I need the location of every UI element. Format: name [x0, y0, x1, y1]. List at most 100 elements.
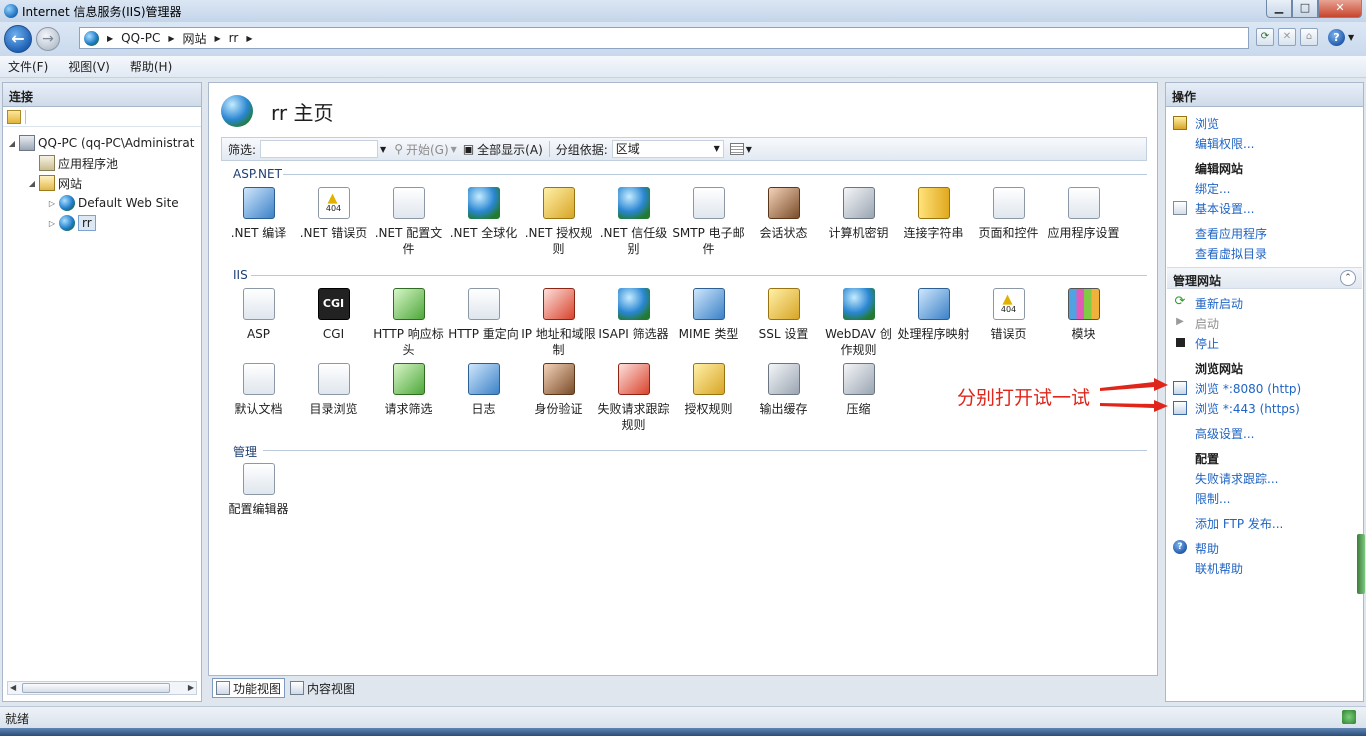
breadcrumb-item[interactable]: rr	[229, 31, 239, 45]
maximize-button[interactable]: □	[1292, 0, 1318, 18]
filter-input[interactable]	[260, 140, 379, 158]
tree-item-server[interactable]: ◢ QQ-PC (qq-PC\Administrat	[3, 133, 201, 153]
feature-net-authorization-rules[interactable]: .NET 授权规则	[521, 187, 596, 257]
action-limits[interactable]: 限制...	[1195, 490, 1230, 507]
feature-authentication[interactable]: 身份验证	[521, 363, 596, 417]
scroll-thumb[interactable]	[22, 683, 170, 693]
refresh-icon[interactable]: ⟳	[1256, 28, 1274, 46]
feature-cgi[interactable]: CGI CGI	[296, 288, 371, 342]
feature-default-document[interactable]: 默认文档	[221, 363, 296, 417]
feature-authorization-rules[interactable]: 授权规则	[671, 363, 746, 417]
tree-item-sites[interactable]: ◢ 网站	[3, 173, 201, 193]
breadcrumb-arrow-icon[interactable]: ▶	[246, 34, 252, 43]
feature-net-globalization[interactable]: .NET 全球化	[446, 187, 521, 241]
breadcrumb[interactable]: ▶ QQ-PC ▶ 网站 ▶ rr ▶	[79, 27, 1249, 49]
feature-pages-controls[interactable]: 页面和控件	[971, 187, 1046, 241]
collapse-icon[interactable]: ⌃	[1340, 270, 1356, 286]
action-basic-settings[interactable]: 基本设置...	[1195, 200, 1254, 217]
feature-app-settings[interactable]: 应用程序设置	[1046, 187, 1121, 241]
breadcrumb-arrow-icon[interactable]: ▶	[107, 34, 113, 43]
chevron-down-icon[interactable]: ▼	[380, 145, 386, 154]
chevron-down-icon[interactable]: ▼	[451, 145, 457, 154]
menu-file[interactable]: 文件(F)	[8, 58, 48, 75]
action-view-applications[interactable]: 查看应用程序	[1195, 225, 1267, 242]
action-view-virtual-directories[interactable]: 查看虚拟目录	[1195, 245, 1267, 262]
action-edit-permissions[interactable]: 编辑权限...	[1195, 135, 1254, 152]
tab-features-view[interactable]: 功能视图	[212, 678, 286, 698]
breadcrumb-arrow-icon[interactable]: ▶	[215, 34, 221, 43]
feature-isapi-filters[interactable]: ISAPI 筛选器	[596, 288, 671, 342]
home-icon[interactable]: ⌂	[1300, 28, 1318, 46]
feature-http-redirect[interactable]: HTTP 重定向	[446, 288, 521, 342]
action-browse-443[interactable]: 浏览 *:443 (https)	[1195, 400, 1300, 417]
connect-icon[interactable]	[7, 109, 21, 124]
feature-smtp-email[interactable]: SMTP 电子邮件	[671, 187, 746, 257]
feature-net-trust-levels[interactable]: .NET 信任级别	[596, 187, 671, 257]
view-mode-icon[interactable]	[729, 143, 744, 155]
tree-item-rr[interactable]: ▷ rr	[3, 213, 201, 233]
minimize-button[interactable]: ▁	[1266, 0, 1292, 18]
tree-item-app-pools[interactable]: 应用程序池	[3, 153, 201, 173]
configuration-editor-icon	[242, 463, 275, 495]
feature-mime-types[interactable]: MIME 类型	[671, 288, 746, 342]
tree-expander-icon[interactable]: ◢	[27, 179, 37, 188]
action-browse-8080[interactable]: 浏览 *:8080 (http)	[1195, 380, 1301, 397]
feature-ssl-settings[interactable]: SSL 设置	[746, 288, 821, 342]
action-stop[interactable]: 停止	[1195, 335, 1219, 352]
scroll-right-icon[interactable]: ▶	[188, 682, 194, 694]
feature-machine-key[interactable]: 计算机密钥	[821, 187, 896, 241]
horizontal-scrollbar[interactable]: ◀ ▶	[7, 681, 197, 695]
breadcrumb-item[interactable]: QQ-PC	[121, 31, 160, 45]
feature-failed-request-tracing-rules[interactable]: 失败请求跟踪规则	[596, 363, 671, 433]
feature-asp[interactable]: ASP	[221, 288, 296, 342]
feature-ip-domain-restrictions[interactable]: IP 地址和域限制	[521, 288, 596, 358]
action-advanced-settings[interactable]: 高级设置...	[1195, 425, 1254, 442]
feature-connection-strings[interactable]: 连接字符串	[896, 187, 971, 241]
feature-net-error-pages[interactable]: 404 .NET 错误页	[296, 187, 371, 241]
menu-view[interactable]: 视图(V)	[68, 58, 110, 75]
feature-net-profile[interactable]: .NET 配置文件	[371, 187, 446, 257]
action-help[interactable]: 帮助	[1195, 540, 1219, 557]
scroll-left-icon[interactable]: ◀	[10, 682, 16, 694]
close-button[interactable]: ✕	[1318, 0, 1362, 18]
forward-button[interactable]: →	[36, 27, 60, 51]
chevron-down-icon[interactable]: ▼	[746, 145, 752, 154]
tab-content-view[interactable]: 内容视图	[287, 678, 358, 698]
back-button[interactable]: ←	[4, 25, 32, 53]
panel-resize-handle[interactable]	[1357, 534, 1365, 594]
action-bindings[interactable]: 绑定...	[1195, 180, 1230, 197]
breadcrumb-item[interactable]: 网站	[182, 30, 206, 47]
feature-directory-browsing[interactable]: 目录浏览	[296, 363, 371, 417]
feature-compression[interactable]: 压缩	[821, 363, 896, 417]
feature-net-compilation[interactable]: .NET 编译	[221, 187, 296, 241]
show-all-button[interactable]: ▣ 全部显示(A)	[463, 141, 543, 158]
tree-item-default-web-site[interactable]: ▷ Default Web Site	[3, 193, 201, 213]
help-menu-button[interactable]: ? ▼	[1328, 26, 1362, 48]
session-person-icon	[767, 187, 800, 219]
feature-modules[interactable]: 模块	[1046, 288, 1121, 342]
breadcrumb-arrow-icon[interactable]: ▶	[168, 34, 174, 43]
feature-output-caching[interactable]: 输出缓存	[746, 363, 821, 417]
profile-icon	[392, 187, 425, 219]
menu-help[interactable]: 帮助(H)	[130, 58, 172, 75]
feature-webdav-authoring-rules[interactable]: WebDAV 创作规则	[821, 288, 896, 358]
action-restart[interactable]: 重新启动	[1195, 295, 1243, 312]
group-by-select[interactable]: 区域 ▼	[611, 140, 724, 158]
tree-expander-icon[interactable]: ▷	[47, 219, 57, 228]
feature-request-filtering[interactable]: 请求筛选	[371, 363, 446, 417]
tree-expander-icon[interactable]: ◢	[7, 139, 17, 148]
action-failed-request-tracing[interactable]: 失败请求跟踪...	[1195, 470, 1278, 487]
feature-handler-mappings[interactable]: 处理程序映射	[896, 288, 971, 342]
feature-label: 处理程序映射	[897, 327, 970, 341]
stop-icon[interactable]: ✕	[1278, 28, 1296, 46]
feature-http-response-headers[interactable]: HTTP 响应标头	[371, 288, 446, 358]
feature-session-state[interactable]: 会话状态	[746, 187, 821, 241]
tree-expander-icon[interactable]: ▷	[47, 199, 57, 208]
feature-configuration-editor[interactable]: 配置编辑器	[221, 463, 296, 517]
action-browse[interactable]: 浏览	[1195, 115, 1219, 132]
feature-error-pages[interactable]: 404 错误页	[971, 288, 1046, 342]
action-online-help[interactable]: 联机帮助	[1195, 560, 1243, 577]
action-add-ftp-publishing[interactable]: 添加 FTP 发布...	[1195, 515, 1283, 532]
start-filter-button[interactable]: ⚲ 开始(G)	[394, 141, 448, 158]
feature-logging[interactable]: 日志	[446, 363, 521, 417]
